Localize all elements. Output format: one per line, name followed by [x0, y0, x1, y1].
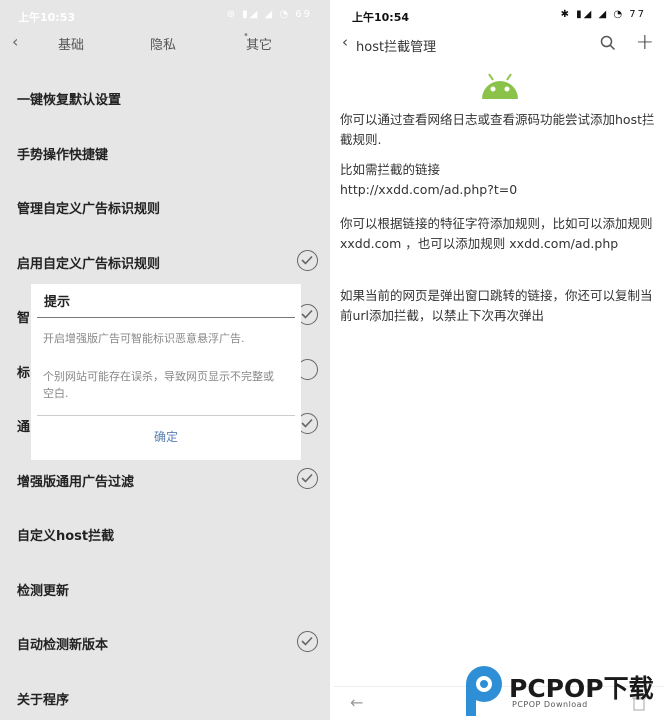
watermark-subtext: PCPOP Download [512, 700, 588, 709]
arrow-left-icon[interactable]: ← [350, 693, 363, 712]
chevron-left-icon[interactable]: ‹ [342, 33, 348, 51]
left-screen: 上午10:53 ⊚ ▮◢ ◢ ◔ 69 ‹ 基础 隐私 • 其它 一键恢复默认设… [0, 0, 330, 720]
setting-auto-check-update[interactable]: 自动检测新版本 [0, 617, 330, 672]
setting-about[interactable]: 关于程序 [0, 672, 330, 720]
status-icons: ⊚ ▮◢ ◢ ◔ 69 [226, 9, 312, 20]
pcpop-watermark: PCPOP下载 PCPOP Download [462, 664, 662, 720]
tab-privacy[interactable]: 隐私 [150, 34, 176, 53]
android-icon [480, 72, 520, 104]
setting-enable-ad-rules[interactable]: 启用自定义广告标识规则 [0, 236, 330, 291]
checkbox-checked-icon[interactable] [297, 249, 318, 271]
chevron-left-icon[interactable]: ‹ [12, 32, 18, 51]
search-icon[interactable] [600, 35, 616, 55]
setting-label: 智 [17, 311, 31, 326]
app-header: ‹ host拦截管理 + [334, 30, 664, 58]
setting-label: 管理自定义广告标识规则 [17, 202, 161, 217]
setting-label: 启用自定义广告标识规则 [17, 256, 161, 272]
status-bar: 上午10:53 ⊚ ▮◢ ◢ ◔ 69 [0, 0, 330, 30]
setting-gesture-shortcuts[interactable]: 手势操作快捷键 [0, 127, 330, 182]
dialog-message-2: 个别网站可能存在误杀，导致网页显示不完整或空白. [43, 370, 274, 400]
setting-manage-ad-rules[interactable]: 管理自定义广告标识规则 [0, 181, 330, 236]
dialog-message-1: 开启增强版广告可智能标识恶意悬浮广告. [43, 332, 245, 345]
info-paragraph: 比如需拦截的链接 http://xxdd.com/ad.php?t=0 [340, 162, 518, 197]
setting-label: 一键恢复默认设置 [17, 93, 122, 108]
status-icons: ✱ ▮◢ ◢ ◔ 77 [560, 9, 646, 20]
right-screen: 上午10:54 ✱ ▮◢ ◢ ◔ 77 ‹ host拦截管理 + 你可以通过查看… [334, 0, 664, 720]
status-bar: 上午10:54 ✱ ▮◢ ◢ ◔ 77 [334, 0, 664, 30]
tab-other[interactable]: 其它 [246, 34, 272, 53]
setting-label: 通 [17, 420, 31, 435]
status-time: 上午10:54 [352, 11, 410, 24]
setting-label: 检测更新 [17, 583, 70, 599]
info-paragraph: 你可以根据链接的特征字符添加规则，比如可以添加规则xxdd.com ，也可以添加… [340, 216, 653, 251]
setting-label: 自动检测新版本 [17, 638, 109, 653]
setting-label: 手势操作快捷键 [17, 147, 109, 163]
status-time: 上午10:53 [18, 11, 76, 24]
checkbox-checked-icon[interactable] [297, 631, 318, 652]
tip-dialog: 提示 开启增强版广告可智能标识恶意悬浮广告. 个别网站可能存在误杀，导致网页显示… [31, 284, 301, 460]
setting-enhanced-ad-filter[interactable]: 增强版通用广告过滤 [0, 454, 330, 509]
page-title: host拦截管理 [356, 40, 437, 55]
setting-label: 自定义host拦截 [17, 529, 115, 544]
dialog-divider-bottom [37, 415, 295, 416]
tab-basic[interactable]: 基础 [58, 34, 84, 53]
setting-label: 关于程序 [17, 692, 70, 708]
dialog-ok-button[interactable]: 确定 [31, 428, 301, 445]
setting-check-update[interactable]: 检测更新 [0, 563, 330, 618]
setting-reset-defaults[interactable]: 一键恢复默认设置 [0, 72, 330, 127]
info-paragraph: 如果当前的网页是弹出窗口跳转的链接，你还可以复制当前url添加拦截，以禁止下次再… [340, 288, 653, 323]
pcpop-logo-icon [466, 666, 502, 716]
setting-label: 增强版通用广告过滤 [17, 474, 135, 490]
dialog-divider [37, 317, 295, 318]
setting-custom-host-block[interactable]: 自定义host拦截 [0, 508, 330, 563]
dialog-title: 提示 [44, 295, 71, 310]
plus-icon[interactable]: + [636, 30, 654, 55]
checkbox-checked-icon[interactable] [297, 467, 318, 489]
info-paragraph: 你可以通过查看网络日志或查看源码功能尝试添加host拦截规则. [340, 112, 655, 147]
setting-label: 标 [17, 365, 31, 381]
tab-bar: ‹ 基础 隐私 • 其它 [0, 30, 330, 56]
